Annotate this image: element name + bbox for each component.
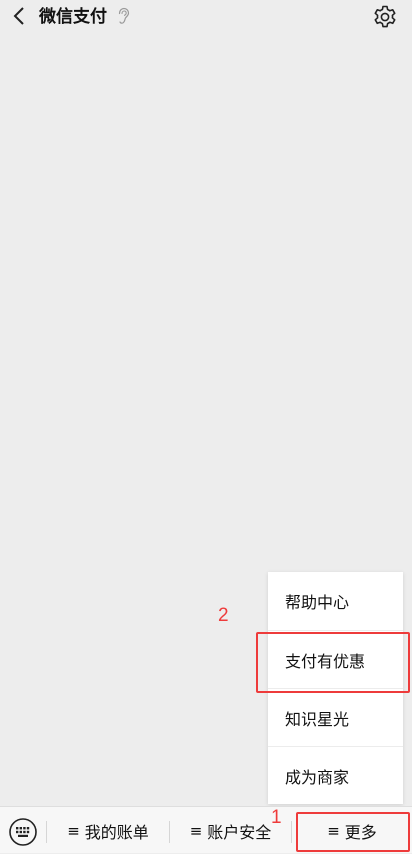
menu-item-label: 成为商家 bbox=[285, 767, 350, 787]
keyboard-icon[interactable] bbox=[8, 817, 38, 847]
bottom-item-label: 更多 bbox=[344, 822, 377, 842]
gear-icon[interactable] bbox=[372, 4, 398, 30]
annotation-label-step-1: 1 bbox=[271, 807, 282, 828]
bottom-item-label: 我的账单 bbox=[84, 822, 149, 842]
menu-lines-icon: ≡ bbox=[67, 821, 80, 840]
page-title: 微信支付 bbox=[39, 7, 107, 27]
menu-item-help-center[interactable]: 帮助中心 bbox=[268, 572, 403, 630]
menu-lines-icon: ≡ bbox=[327, 821, 340, 840]
menu-item-become-merchant[interactable]: 成为商家 bbox=[268, 746, 403, 804]
header-bar: 微信支付 bbox=[0, 0, 412, 34]
back-chevron-icon[interactable] bbox=[8, 4, 32, 28]
more-menu-popup: 帮助中心 支付有优惠 知识星光 成为商家 bbox=[268, 572, 403, 804]
bottom-item-label: 账户安全 bbox=[207, 822, 272, 842]
bottom-item-my-bills[interactable]: ≡ 我的账单 bbox=[47, 807, 169, 854]
bottom-item-more[interactable]: ≡ 更多 bbox=[292, 807, 412, 854]
menu-item-label: 帮助中心 bbox=[285, 593, 350, 612]
menu-item-label: 知识星光 bbox=[285, 709, 350, 729]
annotation-label-step-2: 2 bbox=[218, 605, 229, 626]
bottom-menu-bar: ≡ 我的账单 ≡ 账户安全 ≡ 更多 bbox=[0, 806, 412, 853]
menu-item-payment-discounts[interactable]: 支付有优惠 bbox=[268, 630, 403, 688]
menu-item-knowledge-starlight[interactable]: 知识星光 bbox=[268, 688, 403, 746]
ear-icon[interactable] bbox=[116, 7, 130, 25]
menu-item-label: 支付有优惠 bbox=[285, 651, 366, 671]
menu-lines-icon: ≡ bbox=[189, 821, 203, 840]
